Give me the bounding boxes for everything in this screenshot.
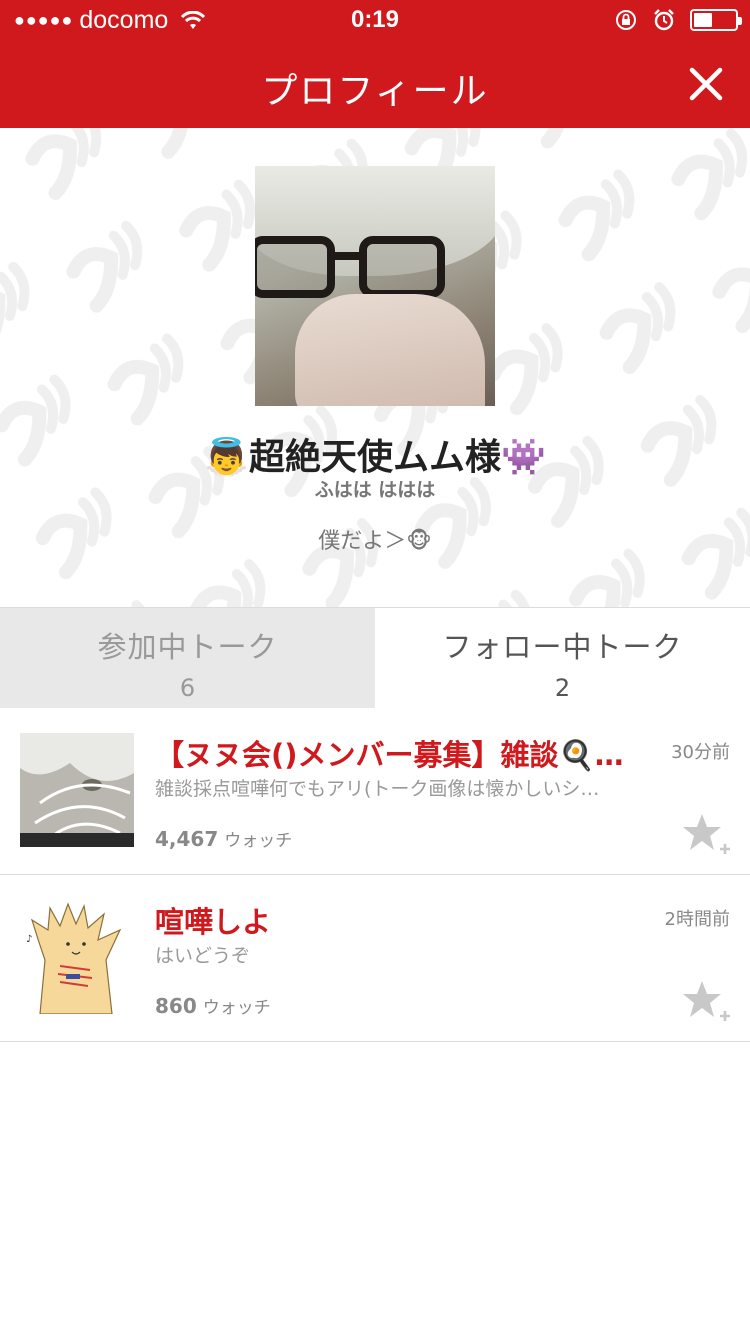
battery-icon xyxy=(690,9,742,31)
battery-level xyxy=(694,13,712,27)
profile-avatar[interactable] xyxy=(255,166,495,406)
talk-description: 雑談採点喧嘩何でもアリ(トーク画像は懐かしいシ… xyxy=(155,778,600,800)
list-item[interactable]: ♪ 喧嘩しよ 2時間前 はいどうぞ 860 ウォッチ xyxy=(0,875,750,1042)
talk-title: 喧嘩しよ xyxy=(155,905,272,939)
watch-count: 4,467 xyxy=(155,827,219,851)
watch-info: 860 ウォッチ xyxy=(155,993,271,1018)
talk-thumbnail: ♪ xyxy=(20,900,134,1014)
avatar-hand xyxy=(295,294,485,406)
rotation-lock-icon xyxy=(616,10,636,30)
watch-count: 860 xyxy=(155,994,197,1018)
talk-title: 【ヌヌ会()メンバー募集】雑談🍳… xyxy=(155,738,624,772)
tab-count: 2 xyxy=(554,674,571,702)
talk-timestamp: 2時間前 xyxy=(664,909,730,930)
alarm-icon xyxy=(654,9,674,31)
tab-following-talks[interactable]: フォロー中トーク 2 xyxy=(375,608,750,708)
close-icon[interactable] xyxy=(684,62,728,106)
talk-description: はいどうぞ xyxy=(155,945,251,967)
status-bar: ●●●●● docomo 0:19 xyxy=(0,0,750,40)
page-title: プロフィール xyxy=(261,71,489,112)
battery-tip xyxy=(738,17,742,25)
profile-status-message: 僕だよ＞🐵 xyxy=(318,529,432,554)
talk-thumbnail xyxy=(20,733,134,847)
talk-list: 【ヌヌ会()メンバー募集】雑談🍳… 30分前 雑談採点喧嘩何でもアリ(トーク画像… xyxy=(0,708,750,1042)
avatar-glasses-left xyxy=(255,236,335,298)
watch-info: 4,467 ウォッチ xyxy=(155,826,292,851)
watch-label: ウォッチ xyxy=(202,998,271,1018)
profile-header: 👼超絶天使ムム様👾 ふはは ははは 僕だよ＞🐵 xyxy=(0,128,750,608)
star-add-icon[interactable] xyxy=(682,812,732,858)
talk-timestamp: 30分前 xyxy=(671,742,730,763)
star-add-icon[interactable] xyxy=(682,979,732,1025)
svg-text:♪: ♪ xyxy=(26,934,32,945)
avatar-glasses-right xyxy=(359,236,445,298)
tab-label: フォロー中トーク xyxy=(442,630,683,664)
tab-joined-talks[interactable]: 参加中トーク 6 xyxy=(0,608,375,708)
avatar-glasses-bridge xyxy=(331,252,363,260)
talk-tabs: 参加中トーク 6 フォロー中トーク 2 xyxy=(0,608,750,708)
profile-name: 👼超絶天使ムム様👾 xyxy=(204,437,546,478)
list-item[interactable]: 【ヌヌ会()メンバー募集】雑談🍳… 30分前 雑談採点喧嘩何でもアリ(トーク画像… xyxy=(0,708,750,875)
tab-label: 参加中トーク xyxy=(97,630,278,664)
tab-count: 6 xyxy=(179,674,196,702)
nav-bar: プロフィール xyxy=(0,40,750,128)
profile-subname: ふはは ははは xyxy=(314,479,436,501)
status-right xyxy=(614,8,742,32)
watch-label: ウォッチ xyxy=(224,831,293,851)
